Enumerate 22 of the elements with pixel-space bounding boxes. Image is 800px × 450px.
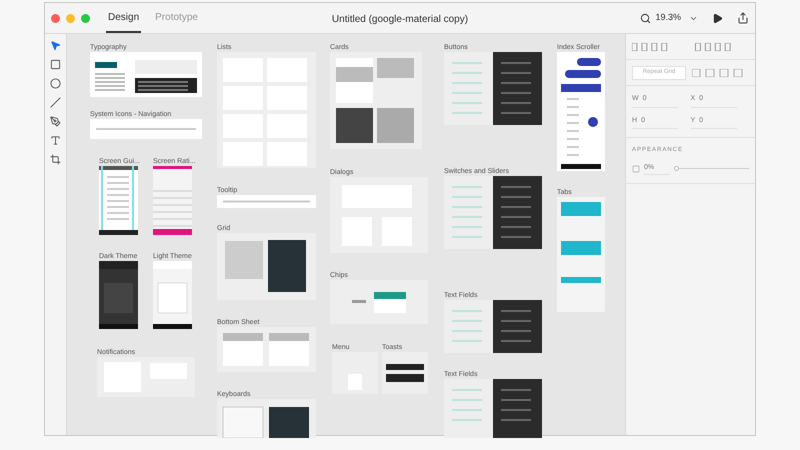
share-icon[interactable]: [737, 12, 749, 24]
text-tool-icon[interactable]: [50, 135, 61, 146]
ellipse-tool-icon[interactable]: [50, 78, 61, 89]
window-title: Untitled (google-material copy): [330, 13, 470, 27]
artboard-drawing: [99, 261, 138, 329]
search-icon[interactable]: [640, 12, 652, 24]
artboard-drawing: [153, 166, 192, 235]
artboard-drawing: [99, 166, 138, 235]
artboard-tool-icon[interactable]: [50, 154, 61, 165]
slider-thumb[interactable]: [674, 166, 679, 172]
close-button[interactable]: [51, 14, 60, 22]
opacity-icon: [632, 164, 640, 173]
select-tool-icon[interactable]: [50, 40, 61, 51]
zoom-level[interactable]: 19.3%: [655, 11, 681, 25]
pen-tool-icon[interactable]: [50, 116, 61, 127]
artboard-drawing: [382, 352, 428, 394]
artboard-drawing: [332, 352, 378, 394]
play-icon[interactable]: [712, 12, 723, 24]
opacity-slider[interactable]: [674, 166, 749, 172]
rectangle-tool-icon[interactable]: [50, 59, 61, 70]
line-tool-icon[interactable]: [50, 97, 61, 108]
artboard-drawing: [153, 261, 192, 329]
